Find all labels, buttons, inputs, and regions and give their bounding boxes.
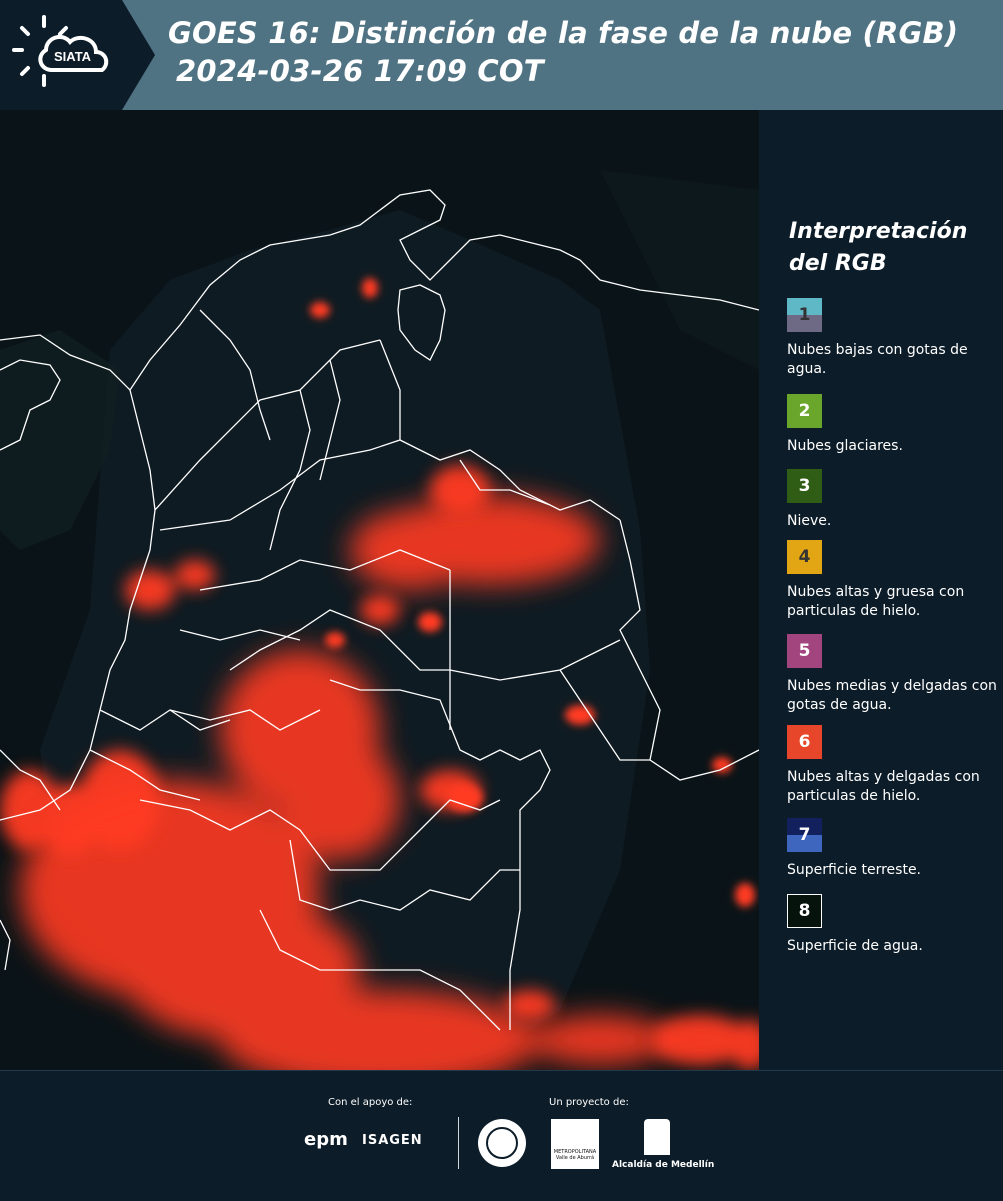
legend-swatch-3: 3 [787, 469, 822, 503]
legend-swatch-4: 4 [787, 540, 822, 574]
legend-label-7: Superficie terreste. [787, 862, 922, 878]
project-label: Un proyecto de: [549, 1097, 629, 1108]
legend-swatch-2: 2 [787, 394, 822, 428]
legend-item-2: 2 Nubes glaciares. [787, 394, 997, 456]
legend-swatch-8: 8 [787, 894, 822, 928]
footer-sponsors: Con el apoyo de: Un proyecto de: epm ISA… [0, 1070, 1003, 1201]
seal-logo [478, 1119, 526, 1167]
legend-swatch-6: 6 [787, 725, 822, 759]
legend-item-5: 5 Nubes medias y delgadas con gotas de a… [787, 634, 997, 715]
legend-title: Interpretación del RGB [789, 219, 968, 276]
legend-panel: Interpretación del RGB 1 Nubes bajas con… [759, 110, 1003, 1070]
legend-num-5: 5 [798, 641, 811, 661]
footer-divider [458, 1117, 459, 1169]
legend-num-8: 8 [798, 901, 811, 921]
siata-logo-text: SIATA [54, 49, 92, 64]
legend-label-3: Nieve. [787, 513, 832, 529]
legend-swatch-5: 5 [787, 634, 822, 668]
satellite-rgb-image [0, 110, 759, 1070]
page-title: GOES 16: Distinción de la fase de la nub… [168, 14, 958, 90]
legend-item-7: 7 Superficie terreste. [787, 818, 997, 880]
legend-label-5: Nubes medias y delgadas con gotas de agu… [787, 678, 997, 713]
satellite-map[interactable] [0, 110, 759, 1070]
legend-label-8: Superficie de agua. [787, 938, 923, 954]
legend-num-4: 4 [798, 547, 811, 567]
legend-num-1: 1 [798, 305, 811, 325]
legend-item-8: 8 Superficie de agua. [787, 894, 997, 956]
medellin-shield-icon [644, 1119, 670, 1155]
medellin-logo-text: Alcaldía de Medellín [612, 1160, 715, 1170]
legend-item-6: 6 Nubes altas y delgadas con particulas … [787, 725, 997, 806]
legend-label-2: Nubes glaciares. [787, 438, 903, 454]
siata-logo[interactable]: SIATA [0, 0, 155, 110]
legend-item-4: 4 Nubes altas y gruesa con particulas de… [787, 540, 997, 621]
title-product: GOES 16: Distinción de la fase de la nub… [168, 16, 959, 50]
legend-num-6: 6 [798, 732, 811, 752]
title-datetime: 2024-03-26 17:09 COT [176, 54, 544, 88]
legend-item-1: 1 Nubes bajas con gotas de agua. [787, 298, 997, 379]
legend-label-6: Nubes altas y delgadas con particulas de… [787, 769, 980, 804]
isagen-logo: ISAGEN [362, 1133, 423, 1148]
legend-num-2: 2 [798, 401, 811, 421]
epm-logo: epm [304, 1129, 348, 1150]
legend-item-3: 3 Nieve. [787, 469, 997, 531]
siata-cloud-sun-icon: SIATA [12, 15, 109, 87]
support-label: Con el apoyo de: [328, 1097, 413, 1108]
area-metropolitana-logo: METROPOLITANA Valle de Aburrá [551, 1119, 599, 1169]
legend-label-1: Nubes bajas con gotas de agua. [787, 342, 968, 377]
legend-num-3: 3 [798, 476, 811, 496]
legend-swatch-1: 1 [787, 298, 822, 332]
legend-num-7: 7 [798, 825, 811, 845]
legend-label-4: Nubes altas y gruesa con particulas de h… [787, 584, 965, 619]
legend-swatch-7: 7 [787, 818, 822, 852]
area-metropolitana-text: METROPOLITANA Valle de Aburrá [553, 1149, 597, 1161]
header-bar: SIATA GOES 16: Distinción de la fase de … [0, 0, 1003, 110]
